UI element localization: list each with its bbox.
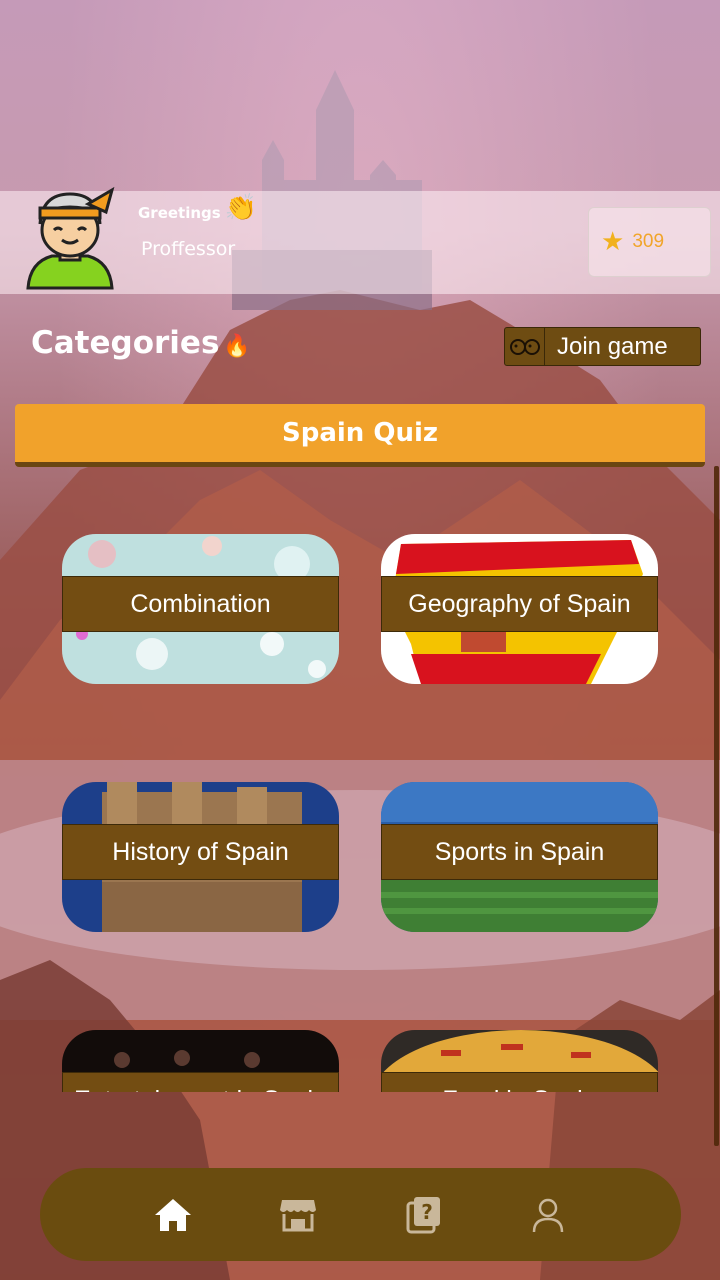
category-card-food[interactable]: Food in Spain bbox=[381, 1030, 658, 1092]
categories-heading: Categories 🔥 bbox=[31, 325, 251, 361]
category-card-sports[interactable]: Sports in Spain bbox=[381, 782, 658, 932]
category-card-geography[interactable]: Geography of Spain bbox=[381, 534, 658, 684]
scrollbar[interactable] bbox=[714, 466, 719, 1146]
clapping-icon: 👏 bbox=[224, 193, 258, 223]
star-icon: ★ bbox=[601, 227, 625, 257]
category-card-combination[interactable]: Combination bbox=[62, 534, 339, 684]
home-icon bbox=[154, 1198, 191, 1231]
nav-home[interactable] bbox=[148, 1190, 198, 1240]
card-label: History of Spain bbox=[62, 824, 339, 880]
user-icon bbox=[533, 1198, 564, 1232]
nav-quiz[interactable]: ? bbox=[398, 1190, 448, 1240]
card-label: Geography of Spain bbox=[381, 576, 658, 632]
card-label: Sports in Spain bbox=[381, 824, 658, 880]
question-icon: ? bbox=[406, 1196, 441, 1233]
bottom-navigation: ? bbox=[40, 1168, 681, 1261]
category-grid: Combination Geography of Spain History o… bbox=[0, 470, 720, 1092]
score-value: 309 bbox=[632, 231, 665, 252]
greeting-label: Greetings bbox=[138, 204, 221, 222]
svg-text:?: ? bbox=[421, 1200, 433, 1224]
score-badge[interactable]: ★ 309 bbox=[588, 207, 711, 277]
greeting-text: Greetings 👏 bbox=[138, 195, 257, 222]
username: Proffessor bbox=[141, 238, 236, 260]
category-card-entertainment[interactable]: Entertainment in Spain bbox=[62, 1030, 339, 1092]
join-game-button[interactable]: Join game bbox=[504, 327, 701, 366]
quiz-title-banner[interactable]: Spain Quiz bbox=[15, 404, 705, 467]
people-icon bbox=[505, 328, 545, 365]
avatar[interactable] bbox=[22, 182, 118, 290]
store-icon bbox=[279, 1199, 316, 1231]
join-game-label: Join game bbox=[557, 332, 668, 360]
category-card-history[interactable]: History of Spain bbox=[62, 782, 339, 932]
nav-profile[interactable] bbox=[523, 1190, 573, 1240]
nav-store[interactable] bbox=[273, 1190, 323, 1240]
card-label: Entertainment in Spain bbox=[62, 1072, 339, 1092]
fire-icon: 🔥 bbox=[223, 333, 251, 359]
card-label: Combination bbox=[62, 576, 339, 632]
card-label: Food in Spain bbox=[381, 1072, 658, 1092]
categories-title: Categories bbox=[31, 325, 220, 361]
